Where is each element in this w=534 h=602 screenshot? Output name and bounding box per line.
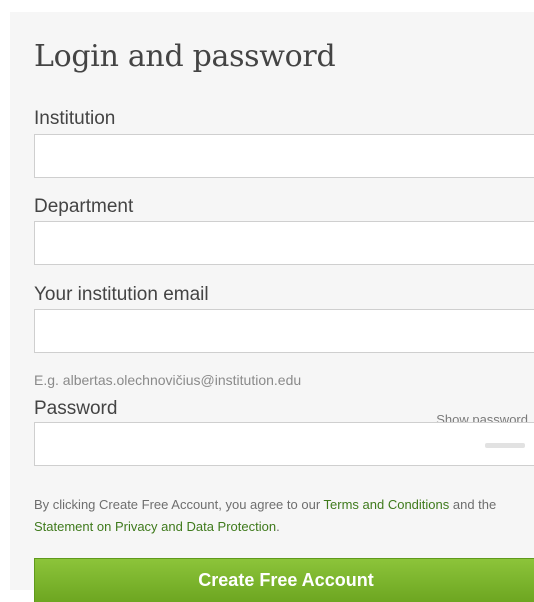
- email-hint: E.g. albertas.olechnovičius@institution.…: [34, 372, 302, 388]
- email-input[interactable]: [35, 310, 534, 352]
- institution-input[interactable]: [35, 135, 534, 177]
- section-title: Login and password: [34, 39, 336, 74]
- email-label: Your institution email: [34, 284, 209, 305]
- terms-suffix: .: [276, 519, 280, 534]
- create-free-account-button[interactable]: Create Free Account: [34, 558, 534, 602]
- email-field-box: [34, 309, 534, 353]
- password-field-box: [34, 422, 534, 466]
- privacy-statement-link[interactable]: Statement on Privacy and Data Protection: [34, 519, 276, 534]
- department-input[interactable]: [35, 222, 534, 264]
- terms-and-conditions-link[interactable]: Terms and Conditions: [324, 497, 450, 512]
- department-label: Department: [34, 196, 134, 217]
- password-input[interactable]: [35, 423, 534, 465]
- signup-panel: Login and password Institution Departmen…: [10, 12, 534, 602]
- terms-middle: and the: [449, 497, 497, 512]
- institution-field-box: [34, 134, 534, 178]
- terms-notice: By clicking Create Free Account, you agr…: [34, 494, 534, 538]
- password-label: Password: [34, 398, 118, 419]
- department-field-box: [34, 221, 534, 265]
- institution-label: Institution: [34, 108, 116, 129]
- terms-prefix: By clicking Create Free Account, you agr…: [34, 497, 324, 512]
- create-free-account-label: Create Free Account: [198, 570, 374, 590]
- password-strength-indicator: [485, 443, 525, 448]
